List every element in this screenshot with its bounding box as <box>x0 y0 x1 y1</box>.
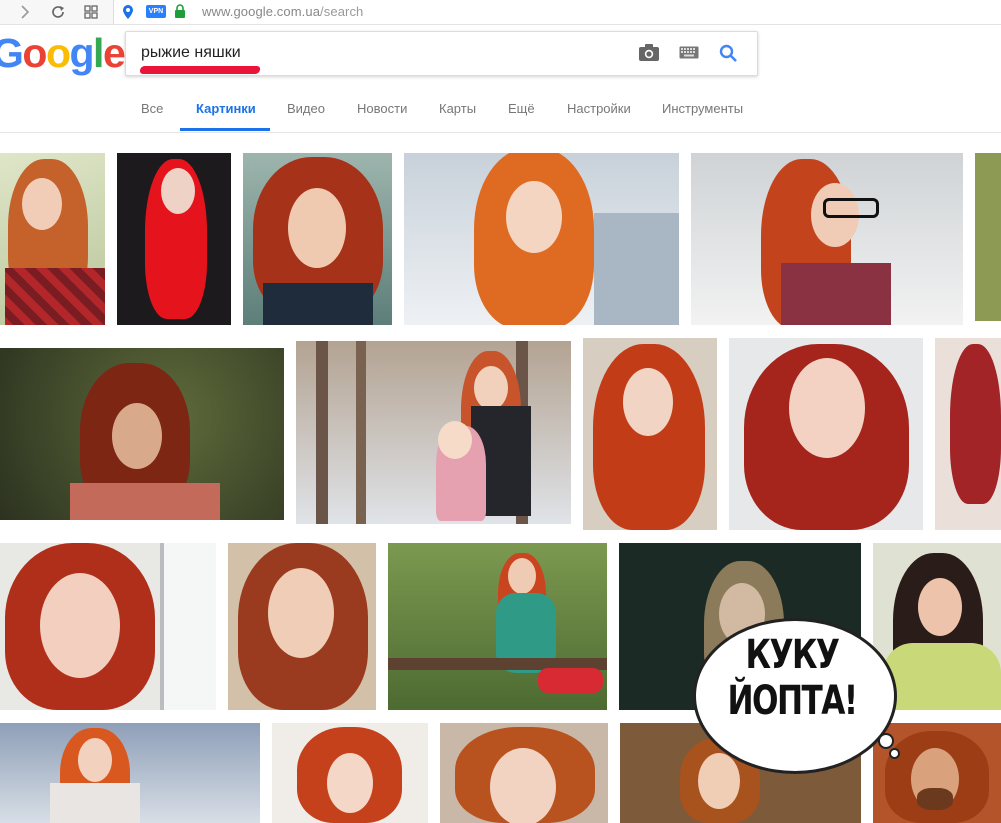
tab-tools[interactable]: Инструменты <box>662 101 743 116</box>
logo-letter: g <box>69 30 95 76</box>
image-result[interactable] <box>583 338 717 530</box>
tab-images[interactable]: Картинки <box>196 101 256 116</box>
logo-letter: G <box>0 30 24 76</box>
keyboard-icon[interactable] <box>679 46 699 64</box>
image-result[interactable] <box>388 543 607 710</box>
image-result[interactable] <box>296 341 571 524</box>
image-result[interactable] <box>0 723 260 823</box>
red-underline-mark <box>139 66 261 74</box>
tab-settings[interactable]: Настройки <box>567 101 631 116</box>
logo-letter: e <box>102 30 126 76</box>
image-result[interactable] <box>117 153 231 325</box>
tab-video[interactable]: Видео <box>287 101 325 116</box>
image-result[interactable] <box>243 153 392 325</box>
location-pin-icon <box>122 4 134 25</box>
url-text[interactable]: www.google.com.ua/search <box>202 4 363 19</box>
image-result[interactable] <box>935 338 1001 530</box>
tab-more[interactable]: Ещё <box>508 101 535 116</box>
address-bar[interactable]: VPN www.google.com.ua/search <box>113 0 1001 24</box>
logo-letter: l <box>93 30 104 76</box>
tab-maps[interactable]: Карты <box>439 101 476 116</box>
image-result[interactable] <box>691 153 963 325</box>
search-box[interactable]: рыжие няшки <box>125 31 758 76</box>
image-result[interactable] <box>0 153 105 325</box>
image-result[interactable] <box>228 543 376 710</box>
logo-letter: o <box>45 30 71 76</box>
image-result[interactable] <box>440 723 608 823</box>
image-result[interactable] <box>729 338 923 530</box>
speech-bubble-line-2: ЙОПТА! <box>727 678 858 724</box>
tabs-divider <box>0 132 1001 133</box>
image-result[interactable] <box>0 543 216 710</box>
forward-icon[interactable] <box>14 2 36 22</box>
lock-icon <box>174 4 186 24</box>
search-icon[interactable] <box>719 44 738 68</box>
camera-icon[interactable] <box>638 43 660 67</box>
speech-bubble-tail <box>889 748 900 759</box>
tab-all[interactable]: Все <box>141 101 163 116</box>
speech-bubble-tail <box>878 733 894 749</box>
search-input[interactable]: рыжие няшки <box>141 44 241 62</box>
speech-bubble-line-1: КУКУ <box>745 632 840 678</box>
tab-news[interactable]: Новости <box>357 101 407 116</box>
image-result[interactable] <box>0 348 284 520</box>
vpn-badge[interactable]: VPN <box>146 5 166 18</box>
image-result[interactable] <box>404 153 679 325</box>
google-logo[interactable]: Google <box>0 30 126 77</box>
image-result[interactable] <box>272 723 428 823</box>
speed-dial-icon[interactable] <box>80 2 102 22</box>
logo-letter: o <box>22 30 47 76</box>
active-tab-indicator <box>180 128 270 131</box>
reload-icon[interactable] <box>47 2 69 22</box>
speech-bubble-text: КУКУ ЙОПТА! <box>715 632 869 724</box>
browser-toolbar: VPN www.google.com.ua/search <box>0 0 1001 25</box>
image-result[interactable] <box>975 153 1001 321</box>
